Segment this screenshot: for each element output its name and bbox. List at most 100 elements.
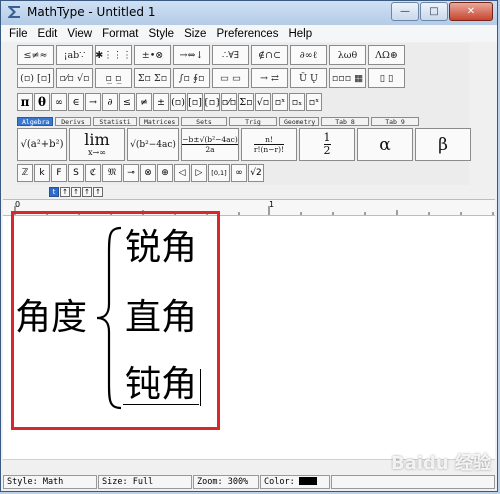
parentheses-template-button[interactable]: (▫) bbox=[170, 93, 186, 111]
box-templates-palette[interactable]: ▯ ▯ bbox=[368, 68, 405, 88]
partial-symbol-button[interactable]: ∂ bbox=[102, 93, 118, 111]
logical-symbols-palette[interactable]: ∴∀∃ bbox=[212, 45, 249, 65]
close-button[interactable]: ✕ bbox=[449, 2, 493, 21]
summation-palette[interactable]: Σ▫ Σ▫ bbox=[134, 68, 171, 88]
f-symbol-button[interactable]: F bbox=[51, 164, 67, 182]
tab-trig[interactable]: Trig bbox=[229, 117, 277, 126]
combination-fraction: n! r!(n−r)! bbox=[253, 135, 285, 154]
spaces-ellipses-palette[interactable]: ¡ab∵ bbox=[56, 45, 93, 65]
superscript-template-button[interactable]: ▫ˣ bbox=[272, 93, 288, 111]
tab-8[interactable]: Tab 8 bbox=[321, 117, 369, 126]
radical-template-button[interactable]: √▫ bbox=[255, 93, 271, 111]
tab-bar-button-3[interactable]: ↑ bbox=[71, 187, 81, 197]
tab-derivs[interactable]: Derivs bbox=[55, 117, 91, 126]
sqrt-sum-squares-label: √(a²+b²) bbox=[20, 139, 64, 150]
fraktur-m-symbol-button[interactable]: 𝔐 bbox=[102, 164, 122, 182]
fraction-radical-palette[interactable]: ▫⁄▫ √▫ bbox=[56, 68, 93, 88]
embellishments-palette[interactable]: ✱⋮⋮⋮ bbox=[95, 45, 132, 65]
color-swatch[interactable] bbox=[298, 477, 317, 485]
theta-symbol-button[interactable]: θ bbox=[34, 93, 50, 111]
equation-editor-area[interactable]: 角度 锐角 直角 钝角 bbox=[3, 211, 495, 474]
greek-uppercase-palette[interactable]: ΛΩ⊛ bbox=[368, 45, 405, 65]
alpha-template[interactable]: α bbox=[357, 128, 413, 161]
menu-view[interactable]: View bbox=[62, 28, 97, 40]
mathtype-app-icon[interactable] bbox=[6, 4, 22, 20]
not-equal-symbol-button[interactable]: ≠ bbox=[136, 93, 152, 111]
braces-template-button[interactable]: {▫} bbox=[204, 93, 220, 111]
fence-templates-palette[interactable]: (▫) [▫] bbox=[17, 68, 54, 88]
quadratic-formula-template[interactable]: −b±√(b²−4ac) 2a bbox=[181, 128, 239, 161]
fraction-template-button[interactable]: ▫⁄▫ bbox=[221, 93, 237, 111]
algebra-templates-row: √(a²+b²) lim x→∞ √(b²−4ac) −b±√(b²−4ac) … bbox=[17, 128, 471, 161]
tab-algebra[interactable]: Algebra bbox=[17, 117, 53, 126]
integral-palette[interactable]: ∫▫ ∮▫ bbox=[173, 68, 210, 88]
equation-left-term: 角度 bbox=[15, 297, 88, 338]
greek-lowercase-palette[interactable]: λωθ bbox=[329, 45, 366, 65]
set-theory-palette[interactable]: ∉∩⊂ bbox=[251, 45, 288, 65]
k-symbol-button[interactable]: k bbox=[34, 164, 50, 182]
left-triangle-symbol-button[interactable]: ◁ bbox=[174, 164, 190, 182]
menu-format[interactable]: Format bbox=[97, 28, 143, 40]
menu-preferences[interactable]: Preferences bbox=[211, 28, 283, 40]
less-equal-symbol-button[interactable]: ≤ bbox=[119, 93, 135, 111]
relational-symbols-palette[interactable]: ≤≠≈ bbox=[17, 45, 54, 65]
tab-statistics[interactable]: Statisti bbox=[93, 117, 137, 126]
right-triangle-symbol-button[interactable]: ▷ bbox=[191, 164, 207, 182]
menu-size[interactable]: Size bbox=[179, 28, 211, 40]
s-symbol-button[interactable]: S bbox=[68, 164, 84, 182]
circled-plus-symbol-button[interactable]: ⊕ bbox=[157, 164, 173, 182]
beta-label: β bbox=[438, 134, 448, 155]
discriminant-template[interactable]: √(b²−4ac) bbox=[127, 128, 179, 161]
arrow-symbol-button[interactable]: → bbox=[85, 93, 101, 111]
title-bar[interactable]: MathType - Untitled 1 — □ ✕ bbox=[1, 1, 497, 25]
circled-times-symbol-button[interactable]: ⊗ bbox=[140, 164, 156, 182]
misc-symbols-palette[interactable]: ∂∞ℓ bbox=[290, 45, 327, 65]
menu-help[interactable]: Help bbox=[283, 28, 317, 40]
tab-sets[interactable]: Sets bbox=[181, 117, 227, 126]
operator-symbols-palette[interactable]: ±•⊗ bbox=[134, 45, 171, 65]
underbar-overbar-palette[interactable]: ▭ ▭ bbox=[212, 68, 249, 88]
labeled-arrow-palette[interactable]: → ⇄ bbox=[251, 68, 288, 88]
tab-matrices[interactable]: Matrices bbox=[139, 117, 179, 126]
menu-style[interactable]: Style bbox=[144, 28, 180, 40]
status-style: Style: Math bbox=[3, 475, 97, 489]
element-of-symbol-button[interactable]: ∈ bbox=[68, 93, 84, 111]
combination-template[interactable]: n! r!(n−r)! bbox=[241, 128, 297, 161]
maximize-button[interactable]: □ bbox=[420, 2, 448, 21]
multimap-symbol-button[interactable]: ⊸ bbox=[123, 164, 139, 182]
brackets-template-button[interactable]: [▫] bbox=[187, 93, 203, 111]
sub-superscript-template-button[interactable]: ▫ˣ bbox=[306, 93, 322, 111]
tab-geometry[interactable]: Geometry bbox=[279, 117, 319, 126]
arrow-symbols-palette[interactable]: →⇔↓ bbox=[173, 45, 210, 65]
one-half-template[interactable]: 1 2 bbox=[299, 128, 355, 161]
beta-template[interactable]: β bbox=[415, 128, 471, 161]
plus-minus-symbol-button[interactable]: ± bbox=[153, 93, 169, 111]
integers-symbol-button[interactable]: ℤ bbox=[17, 164, 33, 182]
status-color-label: Color: bbox=[264, 477, 295, 487]
subscript-superscript-palette[interactable]: ▫̲ ▫̲ bbox=[95, 68, 132, 88]
sqrt-sum-squares-template[interactable]: √(a²+b²) bbox=[17, 128, 67, 161]
tab-bar-button-5[interactable]: ↑ bbox=[93, 187, 103, 197]
minimize-button[interactable]: — bbox=[391, 2, 419, 21]
menu-file[interactable]: File bbox=[1, 28, 33, 40]
tab-bar-button-4[interactable]: ↑ bbox=[82, 187, 92, 197]
quadratic-fraction: −b±√(b²−4ac) 2a bbox=[182, 135, 238, 154]
tab-bar-button-1[interactable]: t bbox=[49, 187, 59, 197]
menu-bar: File Edit View Format Style Size Prefere… bbox=[1, 25, 497, 42]
infinity-small-button[interactable]: ∞ bbox=[231, 164, 247, 182]
limit-template[interactable]: lim x→∞ bbox=[69, 128, 125, 161]
fraktur-c-symbol-button[interactable]: ℭ bbox=[85, 164, 101, 182]
summation-template-button[interactable]: Σ▫ bbox=[238, 93, 254, 111]
half-numerator: 1 bbox=[323, 131, 331, 144]
pi-symbol-button[interactable]: π bbox=[17, 93, 33, 111]
tab-9[interactable]: Tab 9 bbox=[371, 117, 419, 126]
menu-edit[interactable]: Edit bbox=[33, 28, 63, 40]
matrix-palette[interactable]: ▫▫▫ ▦ bbox=[329, 68, 366, 88]
products-set-palette[interactable]: Ū Ų bbox=[290, 68, 327, 88]
tab-bar-button-2[interactable]: ↑ bbox=[60, 187, 70, 197]
infinity-symbol-button[interactable]: ∞ bbox=[51, 93, 67, 111]
combination-numerator: n! bbox=[265, 135, 273, 144]
sqrt-two-button[interactable]: √2 bbox=[248, 164, 264, 182]
interval-symbol-button[interactable]: [0,1] bbox=[208, 164, 230, 182]
subscript-template-button[interactable]: ▫ₓ bbox=[289, 93, 305, 111]
